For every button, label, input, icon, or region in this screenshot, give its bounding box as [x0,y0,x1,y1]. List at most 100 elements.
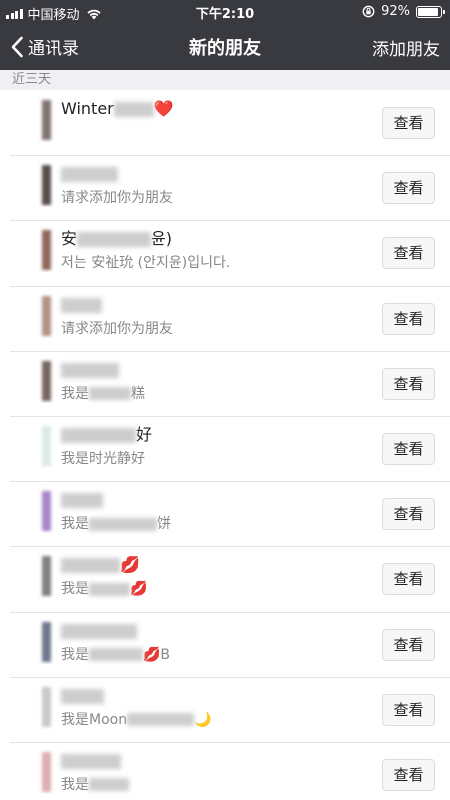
friend-message-text: 请求添加你为朋友 [61,320,173,337]
view-button[interactable]: 查看 [382,628,435,661]
avatar[interactable] [10,747,56,794]
avatar-image [42,100,51,140]
friend-name-suffix: ❤️ [153,99,174,118]
friend-info: 我是 💋B [61,620,360,665]
list-item[interactable]: 我是 查看 [0,741,450,800]
friend-name [61,685,360,707]
redacted-text [61,493,103,509]
redacted-text [61,297,102,313]
redacted-text [61,558,120,574]
friend-request-list: Winter ❤️ 查看 请求添加你为朋友 查看安 윤) 저는 安祉玧 (안지윤)입니다. 查… [0,90,450,800]
avatar-image [42,686,51,727]
friend-name [61,620,360,642]
status-bar: 中国移动 下午2:10 92% [0,0,450,23]
avatar[interactable] [10,356,56,403]
friend-info: 我是Moon 🌙 [61,685,360,730]
redacted-text [61,427,136,443]
redacted-text [61,753,121,769]
avatar[interactable] [10,161,56,208]
redacted-text [89,582,130,596]
avatar[interactable] [10,682,56,729]
avatar-image [42,491,51,532]
friend-info: 我是 饼 [61,489,360,534]
section-header: 近三天 [0,70,450,90]
list-item[interactable]: 我是Moon 🌙 查看 [0,676,450,742]
list-item[interactable]: Winter ❤️ 查看 [0,90,450,156]
view-button[interactable]: 查看 [382,107,435,139]
friend-info: 我是 糕 [61,359,360,404]
view-button[interactable]: 查看 [382,237,435,270]
friend-message: 请求添加你为朋友 [61,319,360,339]
friend-info: 请求添加你为朋友 [61,294,360,339]
friend-message-suffix: 饼 [157,516,171,533]
friend-message: 请求添加你为朋友 [61,188,360,208]
avatar[interactable] [10,291,56,338]
friend-message-text: 我是 [61,581,89,598]
redacted-text [89,648,143,661]
battery-percent: 92% [381,4,410,19]
view-button[interactable]: 查看 [382,498,435,531]
friend-info: 安 윤) 저는 安祉玧 (안지윤)입니다. [61,228,360,273]
avatar[interactable] [10,552,56,599]
add-friend-button[interactable]: 添加朋友 [372,35,440,60]
redacted-text [77,232,152,248]
friend-message-text: 저는 安祉玧 (안지윤)입니다. [61,255,231,272]
redacted-text [61,623,137,639]
avatar-image [42,425,51,466]
friend-message: 我是 糕 [61,384,360,404]
avatar[interactable] [10,487,56,534]
avatar[interactable] [10,617,56,664]
friend-message: 我是时光静好 [61,449,360,469]
avatar-image [42,230,51,271]
friend-name [61,750,360,772]
redacted-text [127,713,195,727]
avatar-image [42,751,51,792]
friend-message-text: 我是Moon [61,711,128,728]
friend-message-suffix: 💋B [143,646,171,663]
rotation-lock-icon [362,5,375,18]
friend-name [61,294,360,316]
friend-info: 我是 [61,750,360,795]
friend-name: 好 [61,424,360,446]
friend-message [61,123,360,143]
friend-name-text: 安 [61,229,78,249]
redacted-text [61,167,118,183]
list-item[interactable]: 我是 💋B 查看 [0,611,450,677]
nav-bar: 通讯录 新的朋友 添加朋友 [0,23,450,70]
friend-message: 我是 💋 [61,579,360,599]
avatar[interactable] [10,96,56,142]
view-button[interactable]: 查看 [382,563,435,596]
view-button[interactable]: 查看 [382,432,435,465]
view-button[interactable]: 查看 [382,693,435,726]
friend-info: 好我是时光静好 [61,424,360,469]
avatar-image [42,556,51,597]
list-item[interactable]: 请求添加你为朋友 查看 [0,285,450,351]
list-item[interactable]: 我是 糕 查看 [0,350,450,416]
view-button[interactable]: 查看 [382,758,435,791]
view-button[interactable]: 查看 [382,172,435,205]
friend-message-suffix: 🌙 [194,711,212,728]
list-item[interactable]: 安 윤) 저는 安祉玧 (안지윤)입니다. 查看 [0,220,450,286]
friend-message: 我是Moon 🌙 [61,710,360,730]
avatar-image [42,360,51,401]
view-button[interactable]: 查看 [382,367,435,400]
view-button[interactable]: 查看 [382,302,435,335]
redacted-text [61,688,104,704]
friend-message-suffix: 💋 [130,581,148,598]
friend-name [61,489,360,511]
friend-name: 安 윤) [61,228,360,250]
friend-message-text: 我是 [61,776,89,793]
avatar[interactable] [10,421,56,468]
battery-fill [418,7,439,16]
redacted-text [113,102,154,117]
redacted-text [89,517,157,531]
friend-name-suffix: 윤) [151,229,172,249]
list-item[interactable]: 请求添加你为朋友 查看 [0,155,450,221]
avatar[interactable] [10,226,56,273]
list-item[interactable]: 💋 我是 💋 查看 [0,546,450,612]
list-item[interactable]: 好我是时光静好 查看 [0,415,450,482]
list-item[interactable]: 我是 饼 查看 [0,481,450,547]
friend-message: 저는 安祉玧 (안지윤)입니다. [61,253,360,273]
avatar-image [42,295,51,336]
friend-name: 💋 [61,554,360,576]
